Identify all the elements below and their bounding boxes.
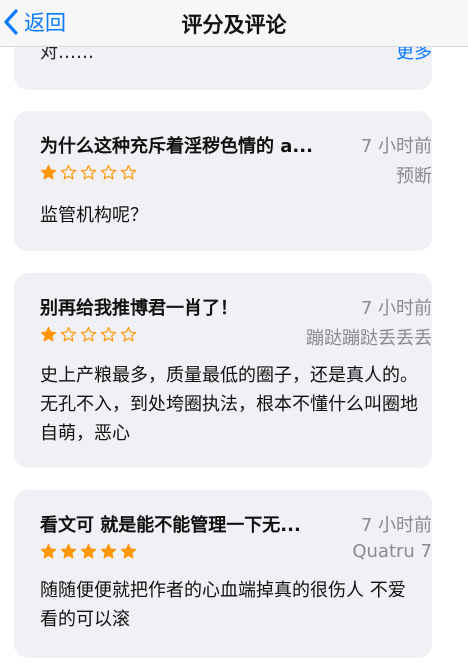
review-author: 预断 xyxy=(396,166,432,187)
star-empty-icon xyxy=(100,164,117,180)
review-time: 7 小时前 xyxy=(360,136,432,157)
review-author: 蹦跶蹦跶丢丢丢 xyxy=(306,328,432,349)
star-empty-icon xyxy=(100,326,117,342)
review-title: 别再给我推博君一肖了！ xyxy=(40,298,238,319)
star-rating xyxy=(40,326,137,343)
review-body: 监管机构呢？ xyxy=(40,205,148,226)
star-filled-icon xyxy=(80,543,97,559)
star-rating xyxy=(40,543,137,560)
review-time: 7 小时前 xyxy=(360,515,432,536)
review-title: 看文可 就是能不能管理一下无... xyxy=(40,515,301,536)
star-empty-icon xyxy=(60,164,77,180)
review-list: 对…… 更多 为什么这种充斥着淫秽色情的 a... 7 小时前 预断 监管机构呢… xyxy=(0,0,468,669)
navigation-bar: 返回 评分及评论 xyxy=(0,0,468,47)
review-card: 看文可 就是能不能管理一下无... 7 小时前 Quatru 7 随随便便就把作… xyxy=(14,490,432,658)
review-time: 7 小时前 xyxy=(360,298,432,319)
star-empty-icon xyxy=(120,326,137,342)
star-empty-icon xyxy=(120,164,137,180)
star-filled-icon xyxy=(100,543,117,559)
star-empty-icon xyxy=(80,326,97,342)
review-author: Quatru 7 xyxy=(352,541,432,562)
page-title: 评分及评论 xyxy=(181,13,287,37)
review-title: 为什么这种充斥着淫秽色情的 a... xyxy=(40,136,313,157)
star-filled-icon xyxy=(40,164,57,180)
star-rating xyxy=(40,164,137,181)
star-filled-icon xyxy=(120,543,137,559)
review-card: 为什么这种充斥着淫秽色情的 a... 7 小时前 预断 监管机构呢？ xyxy=(14,111,432,251)
star-empty-icon xyxy=(60,326,77,342)
review-card: 别再给我推博君一肖了！ 7 小时前 蹦跶蹦跶丢丢丢 史上产粮最多，质量最低的圈子… xyxy=(14,273,432,468)
star-empty-icon xyxy=(80,164,97,180)
star-filled-icon xyxy=(40,326,57,342)
star-filled-icon xyxy=(60,543,77,559)
review-body: 史上产粮最多，质量最低的圈子，还是真人的。无孔不入，到处垮圈执法，根本不懂什么叫… xyxy=(40,365,418,444)
review-body: 随随便便就把作者的心血端掉真的很伤人 不爱看的可以滚 xyxy=(40,580,406,630)
star-filled-icon xyxy=(40,543,57,559)
